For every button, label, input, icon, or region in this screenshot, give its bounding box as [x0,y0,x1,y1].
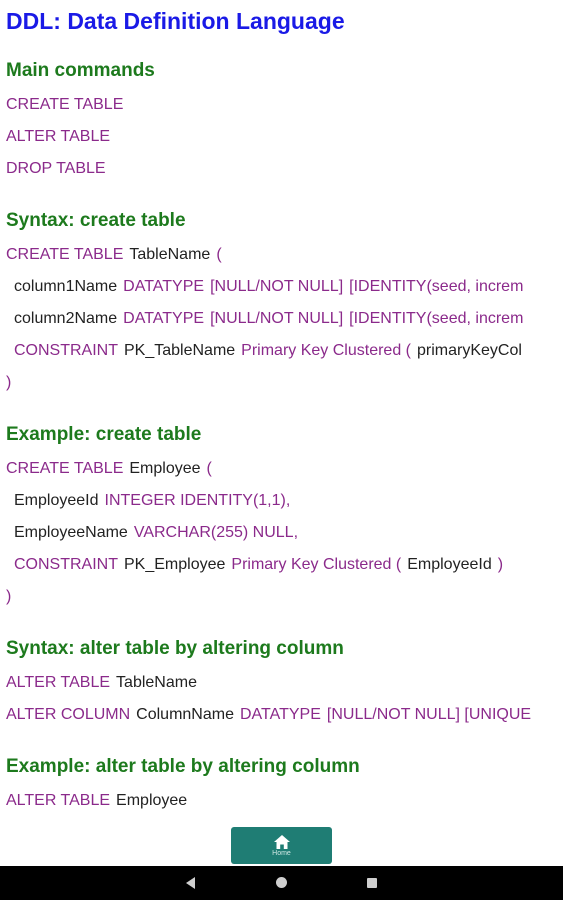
code-line: DROP TABLE [6,159,106,179]
keyword: CONSTRAINT [14,342,118,359]
keyword: ALTER TABLE [6,128,111,145]
section-heading-example-create: Example: create table [6,424,202,445]
keyword: [NULL/NOT NULL] [UNIQUE [326,706,532,723]
paren: ( [216,246,222,263]
keyword: [NULL/NOT NULL] [210,310,344,327]
recents-icon[interactable] [367,878,377,888]
code-line: ALTER COLUMN ColumnName DATATYPE [NULL/NOT … [6,705,531,725]
keyword: CREATE TABLE [6,246,124,263]
keyword: ALTER COLUMN [6,706,131,723]
keyword: [NULL/NOT NULL] [210,278,344,295]
home-button[interactable]: Home [231,827,332,864]
identifier: ColumnName [136,706,234,723]
code-line: EmployeeId INTEGER IDENTITY(1,1), [14,491,290,511]
keyword: ALTER TABLE [6,792,111,809]
identifier: PK_TableName [124,342,236,359]
identifier: EmployeeId [14,492,99,509]
identifier: EmployeeName [14,524,128,541]
content-scroll-area[interactable]: DDL: Data Definition Language Main comma… [0,0,563,866]
code-line: CREATE TABLE TableName ( [6,245,222,265]
section-heading-syntax-alter: Syntax: alter table by altering column [6,638,344,659]
paren: ) [6,374,12,391]
keyword: [IDENTITY(seed, increm [349,278,524,295]
identifier: column1Name [14,278,118,295]
paren: ) [497,556,504,573]
code-line: CONSTRAINT PK_TableName Primary Key Cluste… [14,341,522,361]
identifier: column2Name [14,310,118,327]
keyword: CONSTRAINT [14,556,118,573]
keyword: ALTER TABLE [6,674,111,691]
keyword: CREATE TABLE [6,96,124,113]
code-line: CONSTRAINT PK_Employee Primary Key Cluster… [14,555,503,575]
section-heading-syntax-create: Syntax: create table [6,210,186,231]
paren: ( [206,460,212,477]
section-heading-example-alter: Example: alter table by altering column [6,756,360,777]
keyword: [IDENTITY(seed, increm [349,310,524,327]
code-line: CREATE TABLE Employee ( [6,459,212,479]
keyword: DATATYPE [123,310,205,327]
home-button-label: Home [272,849,291,857]
keyword: Primary Key Clustered ( [241,342,411,359]
code-line: EmployeeName VARCHAR(255) NULL, [14,523,298,543]
keyword: Primary Key Clustered ( [231,556,402,573]
code-line: ALTER TABLE TableName [6,673,197,693]
code-line: column1Name DATATYPE [NULL/NOT NULL] [IDENT… [14,277,523,297]
keyword: DATATYPE [239,706,321,723]
home-icon [273,834,290,849]
code-line: column2Name DATATYPE [NULL/NOT NULL] [IDENT… [14,309,523,329]
back-icon[interactable] [186,877,195,889]
code-line: ) [6,587,11,607]
code-line: ALTER TABLE [6,127,110,147]
keyword: DATATYPE [123,278,205,295]
system-nav-bar [0,866,563,900]
identifier: Employee [129,460,201,477]
home-circle-icon[interactable] [276,877,287,888]
section-heading-main-commands: Main commands [6,60,155,81]
identifier: primaryKeyCol [417,342,522,359]
identifier: TableName [129,246,211,263]
identifier: TableName [116,674,197,691]
keyword: VARCHAR(255) NULL, [133,524,299,541]
code-line: ALTER TABLE Employee [6,791,187,811]
identifier: Employee [116,792,188,809]
page-title: DDL: Data Definition Language [6,8,345,34]
code-line: ) [6,373,11,393]
identifier: EmployeeId [407,556,492,573]
identifier: PK_Employee [124,556,226,573]
keyword: DROP TABLE [6,160,106,177]
code-line: CREATE TABLE [6,95,123,115]
paren: ) [6,588,12,605]
keyword: INTEGER IDENTITY(1,1), [104,492,291,509]
keyword: CREATE TABLE [6,460,124,477]
